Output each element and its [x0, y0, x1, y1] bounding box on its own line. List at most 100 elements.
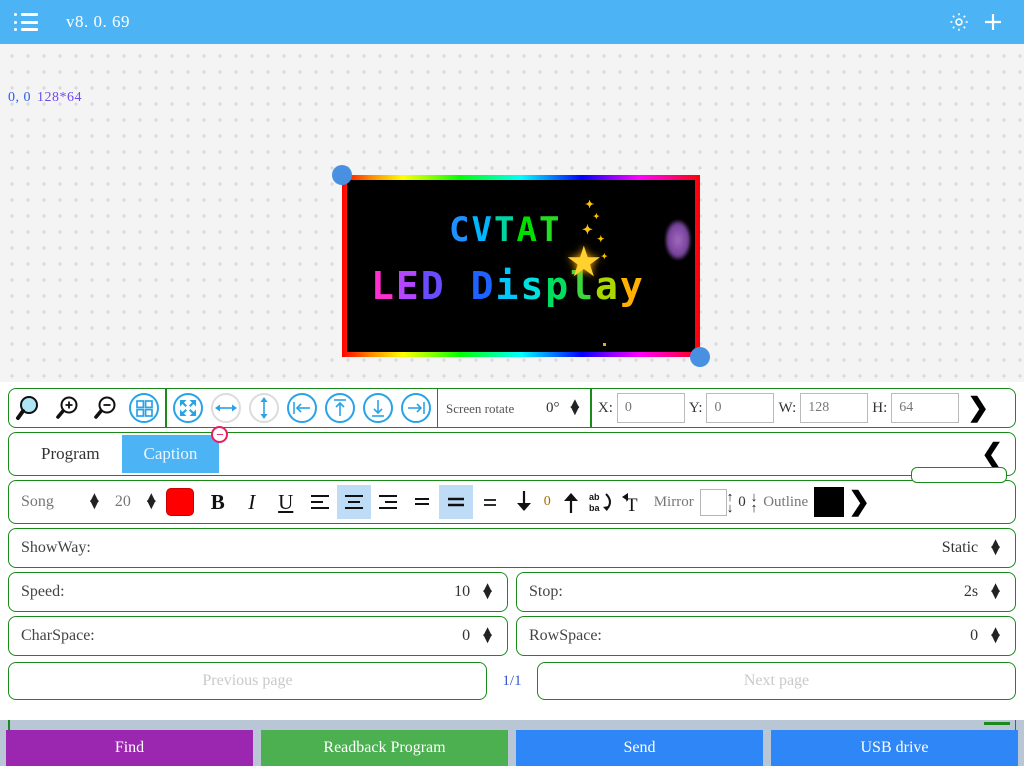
align-right-icon[interactable] [397, 390, 435, 426]
y-input[interactable]: 0 [706, 393, 775, 423]
led-char: C [449, 210, 472, 250]
stretch-horizontal-icon[interactable] [207, 390, 245, 426]
zoom-out-icon[interactable] [87, 390, 125, 426]
speed-row[interactable]: Speed: 10 ▲ ▼ [8, 572, 508, 612]
tab-close-icon[interactable]: − [211, 426, 229, 443]
led-char: s [520, 264, 546, 308]
led-screen-preview: CVTAT LED Display ★ ✦ ✦ ✦ ✦ ✦ [347, 180, 695, 352]
charspace-control[interactable]: 0 ▲ ▼ [462, 625, 495, 647]
tabs-container: Program Caption − [9, 426, 969, 475]
led-char: D [420, 264, 446, 308]
text-color-swatch[interactable] [165, 488, 194, 516]
led-char [446, 264, 471, 308]
stop-stepper[interactable]: ▲ ▼ [988, 581, 1003, 603]
stretch-vertical-icon[interactable] [245, 390, 283, 426]
led-screen-region[interactable]: CVTAT LED Display ★ ✦ ✦ ✦ ✦ ✦ [332, 165, 710, 367]
send-button[interactable]: Send [516, 730, 763, 766]
led-char: E [395, 264, 421, 308]
align-top-icon[interactable] [321, 390, 359, 426]
rowspace-value: 0 [970, 627, 979, 644]
stop-value: 2s [963, 583, 979, 600]
sparkle-dot-6 [603, 343, 606, 346]
screen-rotate-label: Screen rotate [446, 400, 515, 416]
charspace-stepper[interactable]: ▲ ▼ [480, 625, 495, 647]
chevron-left-icon[interactable]: ❮ [969, 439, 1015, 469]
stop-control[interactable]: 2s ▲ ▼ [963, 581, 1003, 603]
design-canvas[interactable]: 0, 0 128*64 CVTAT LED Display ★ ✦ ✦ ✦ ✦ ✦ [0, 44, 1024, 382]
speed-control[interactable]: 10 ▲ ▼ [454, 581, 495, 603]
arrow-down-icon[interactable] [507, 485, 541, 519]
hamburger-menu-icon[interactable] [14, 13, 38, 31]
resize-handle-top-left[interactable] [332, 165, 352, 185]
charspace-row[interactable]: CharSpace: 0 ▲ ▼ [8, 616, 508, 656]
w-label: W: [778, 399, 797, 416]
toolbar-divider-1 [165, 389, 167, 427]
decorative-blob [665, 220, 691, 260]
align-text-center-icon[interactable] [336, 485, 371, 519]
rowspace-stepper[interactable]: ▲ ▼ [988, 625, 1003, 647]
zoom-in-icon[interactable] [49, 390, 87, 426]
charspace-value: 0 [462, 627, 471, 644]
stop-row[interactable]: Stop: 2s ▲ ▼ [516, 572, 1016, 612]
find-button[interactable]: Find [6, 730, 253, 766]
panel-edge-top [984, 722, 1010, 725]
showway-row[interactable]: ShowWay: Static ▲ ▼ [8, 528, 1016, 568]
gear-icon[interactable] [942, 5, 976, 39]
plus-icon[interactable] [976, 5, 1010, 39]
speed-value: 10 [454, 583, 471, 600]
italic-button[interactable]: I [235, 485, 269, 519]
font-name-stepper[interactable]: ▲ ▼ [87, 491, 102, 513]
format-expand-chevron-right-icon[interactable]: ❯ [844, 489, 874, 515]
showway-control[interactable]: Static ▲ ▼ [942, 537, 1003, 559]
text-wrap-icon[interactable]: T [618, 485, 648, 519]
fullscreen-icon[interactable] [169, 390, 207, 426]
w-input[interactable]: 128 [800, 393, 869, 423]
font-name-value[interactable]: Song [13, 493, 87, 511]
mirror-checkbox[interactable] [699, 488, 727, 516]
screen-rotate-stepper[interactable]: ▲ ▼ [568, 397, 583, 419]
chevron-right-icon[interactable]: ❯ [963, 395, 993, 421]
screen-rotate-control[interactable]: Screen rotate 0° ▲ ▼ [440, 397, 588, 419]
usb-drive-button[interactable]: USB drive [771, 730, 1018, 766]
tab-program-label: Program [41, 444, 100, 463]
speed-stepper[interactable]: ▲ ▼ [480, 581, 495, 603]
outline-color-swatch[interactable] [814, 487, 845, 517]
align-left-icon[interactable] [283, 390, 321, 426]
showway-stepper[interactable]: ▲ ▼ [988, 537, 1003, 559]
align-text-left-icon[interactable] [303, 485, 337, 519]
rowspace-row[interactable]: RowSpace: 0 ▲ ▼ [516, 616, 1016, 656]
rowspace-control[interactable]: 0 ▲ ▼ [970, 625, 1003, 647]
canvas-coordinate-label: 0, 0 128*64 [8, 90, 82, 106]
grid-icon[interactable] [125, 390, 163, 426]
align-text-right-icon[interactable] [371, 485, 405, 519]
previous-page-button[interactable]: Previous page [8, 662, 487, 700]
tab-caption[interactable]: Caption − [121, 426, 229, 473]
arrow-up-icon[interactable] [554, 485, 588, 519]
readback-program-button[interactable]: Readback Program [261, 730, 508, 766]
x-input[interactable]: 0 [616, 393, 685, 423]
panel-edge-right [1014, 720, 1016, 730]
underline-button[interactable]: U [269, 485, 303, 519]
bold-button[interactable]: B [201, 485, 235, 519]
stop-label: Stop: [529, 583, 563, 600]
toolbar-divider-3 [590, 389, 592, 427]
vertical-offset-downup-icon[interactable]: ↓ ↑ [751, 490, 758, 514]
align-text-justify-icon[interactable] [405, 485, 439, 519]
font-size-value[interactable]: 20 [102, 493, 144, 511]
coord-origin: 0, 0 [8, 90, 31, 105]
version-label: v8. 0. 69 [66, 12, 130, 31]
led-char: L [371, 264, 396, 308]
vertical-offset-updown-icon[interactable]: ↑ ↓ [727, 490, 734, 514]
tab-program[interactable]: Program [19, 435, 122, 473]
next-page-button[interactable]: Next page [537, 662, 1016, 700]
led-char: y [619, 264, 645, 308]
valign-bottom-icon[interactable] [473, 485, 507, 519]
align-bottom-icon[interactable] [359, 390, 397, 426]
h-input[interactable]: 64 [891, 393, 960, 423]
zoom-fit-icon[interactable] [11, 390, 49, 426]
abc-reverse-icon[interactable]: ab ba [588, 485, 618, 519]
font-size-stepper[interactable]: ▲ ▼ [144, 491, 159, 513]
resize-handle-bottom-right[interactable] [690, 347, 710, 367]
sparkle-dot-4: ✦ [597, 234, 605, 244]
valign-middle-icon[interactable] [438, 485, 473, 519]
